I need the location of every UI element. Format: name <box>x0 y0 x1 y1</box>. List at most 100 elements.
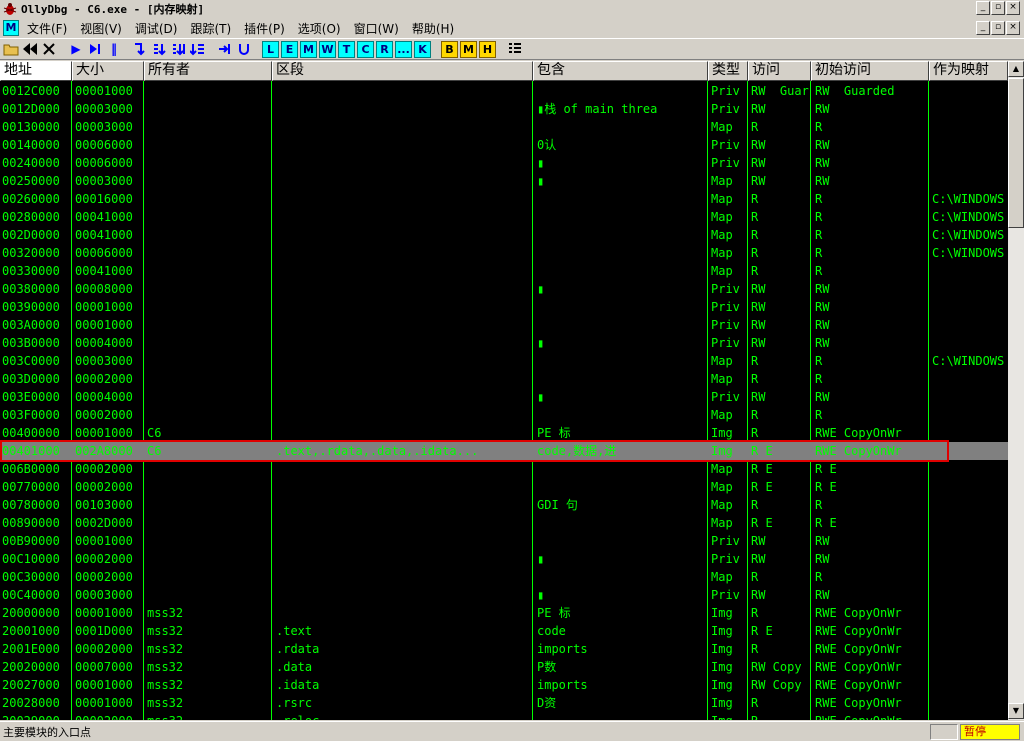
table-row[interactable]: 20028000 00001000 mss32 .rsrc D资 Img R RWE Copy… <box>0 694 1008 712</box>
close-button[interactable]: × <box>1006 1 1020 15</box>
restore-button[interactable]: ▫ <box>991 1 1005 15</box>
table-row[interactable]: 00390000 00001000 Priv RW RW <box>0 298 1008 316</box>
table-row[interactable]: 003D0000 00002000 Map R R <box>0 370 1008 388</box>
column-mapped-as[interactable]: 作为映射 <box>929 61 1008 81</box>
step-into-icon[interactable] <box>132 40 150 58</box>
breakpoints-window-button[interactable]: B <box>441 40 458 58</box>
hardware-breakpoints-button[interactable]: H <box>479 40 496 58</box>
restart-icon[interactable] <box>21 40 39 58</box>
pause-icon[interactable]: ‖ <box>105 40 123 58</box>
table-row[interactable]: 00C10000 00002000 ▮ Priv RW RW <box>0 550 1008 568</box>
column-contains[interactable]: 包含 <box>533 61 708 81</box>
go-to-user-code-icon[interactable] <box>235 40 253 58</box>
references-window-button[interactable]: R <box>376 40 393 58</box>
cell-initial-access: RW <box>815 174 830 188</box>
table-row[interactable]: 20001000 0001D000 mss32 .text code Img R E RWE … <box>0 622 1008 640</box>
table-row[interactable]: 00130000 00003000 Map R R <box>0 118 1008 136</box>
run-icon[interactable]: ▶ <box>67 40 85 58</box>
column-type[interactable]: 类型 <box>708 61 748 81</box>
vertical-scrollbar[interactable]: ▲ ▼ <box>1008 61 1024 720</box>
memory-map-icon[interactable]: M <box>3 20 19 36</box>
close-program-icon[interactable] <box>40 40 58 58</box>
table-row[interactable]: 00401000 002A8000 C6 .text,.rdata,.data,.id… <box>0 442 1008 460</box>
child-close-button[interactable]: × <box>1006 21 1020 35</box>
cell-access: R <box>751 642 759 656</box>
table-row[interactable]: 006B0000 00002000 Map R E R E <box>0 460 1008 478</box>
table-row[interactable]: 00240000 00006000 ▮ Priv RW RW <box>0 154 1008 172</box>
table-row[interactable]: 00C30000 00002000 Map R R <box>0 568 1008 586</box>
child-minimize-button[interactable]: _ <box>976 21 990 35</box>
run-trace-window-button[interactable]: ... <box>395 40 412 58</box>
column-section[interactable]: 区段 <box>272 61 533 81</box>
cell-size: 00003000 <box>75 174 133 188</box>
column-owner[interactable]: 所有者 <box>144 61 272 81</box>
column-size[interactable]: 大小 <box>72 61 144 81</box>
open-icon[interactable] <box>2 40 20 58</box>
table-row[interactable]: 20029000 00002000 mss32 .reloc Img R RWE CopyO… <box>0 712 1008 720</box>
table-row[interactable]: 003E0000 00004000 ▮ Priv RW RW <box>0 388 1008 406</box>
menu-plugins[interactable]: 插件(P) <box>239 20 290 37</box>
trace-into-icon[interactable] <box>170 40 188 58</box>
table-row[interactable]: 00770000 00002000 Map R E R E <box>0 478 1008 496</box>
table-row[interactable]: 00140000 00006000 0认 Priv RW RW <box>0 136 1008 154</box>
table-row[interactable]: 20027000 00001000 mss32 .idata imports Img RW … <box>0 676 1008 694</box>
table-row[interactable]: 00380000 00008000 ▮ Priv RW RW <box>0 280 1008 298</box>
table-row[interactable]: 003A0000 00001000 Priv RW RW <box>0 316 1008 334</box>
menu-window[interactable]: 窗口(W) <box>349 20 404 37</box>
scrollbar-thumb[interactable] <box>1008 78 1024 228</box>
table-row[interactable]: 00400000 00001000 C6 PE 标 Img R RWE CopyOnWr <box>0 424 1008 442</box>
menu-options[interactable]: 选项(O) <box>293 20 346 37</box>
table-row[interactable]: 002D0000 00041000 Map R R C:\WINDOWS <box>0 226 1008 244</box>
cell-contains: imports <box>537 678 588 692</box>
step-over-icon[interactable] <box>151 40 169 58</box>
column-initial-access[interactable]: 初始访问 <box>811 61 929 81</box>
table-row[interactable]: 003B0000 00004000 ▮ Priv RW RW <box>0 334 1008 352</box>
menu-trace[interactable]: 跟踪(T) <box>185 20 236 37</box>
menu-view[interactable]: 视图(V) <box>75 20 127 37</box>
step-icon[interactable] <box>86 40 104 58</box>
threads-window-button[interactable]: T <box>338 40 355 58</box>
table-row[interactable]: 00250000 00003000 ▮ Map RW RW <box>0 172 1008 190</box>
menu-file[interactable]: 文件(F) <box>22 20 72 37</box>
table-row[interactable]: 00280000 00041000 Map R R C:\WINDOWS <box>0 208 1008 226</box>
table-row[interactable]: 00890000 0002D000 Map R E R E <box>0 514 1008 532</box>
scroll-down-icon[interactable]: ▼ <box>1008 703 1024 719</box>
table-row[interactable]: 00780000 00103000 GDI 句 Map R R <box>0 496 1008 514</box>
memory-window-button[interactable]: M <box>300 40 317 58</box>
cpu-window-button[interactable]: C <box>357 40 374 58</box>
table-row[interactable]: 00320000 00006000 Map R R C:\WINDOWS <box>0 244 1008 262</box>
execute-till-return-icon[interactable] <box>216 40 234 58</box>
table-row[interactable]: 2001E000 00002000 mss32 .rdata imports Img R RW… <box>0 640 1008 658</box>
cell-type: Img <box>711 660 733 674</box>
cell-size: 0001D000 <box>75 624 133 638</box>
cell-size: 00002000 <box>75 480 133 494</box>
list-icon[interactable] <box>506 40 524 58</box>
table-row[interactable]: 003F0000 00002000 Map R R <box>0 406 1008 424</box>
status-panel <box>930 724 958 740</box>
child-restore-button[interactable]: ▫ <box>991 21 1005 35</box>
table-row[interactable]: 20000000 00001000 mss32 PE 标 Img R RWE CopyOnW… <box>0 604 1008 622</box>
table-row[interactable]: 00330000 00041000 Map R R <box>0 262 1008 280</box>
menu-help[interactable]: 帮助(H) <box>407 20 459 37</box>
table-row[interactable]: 0012C000 00001000 Priv RW Guar RW Guarded <box>0 82 1008 100</box>
table-row[interactable]: 00C40000 00003000 ▮ Priv RW RW <box>0 586 1008 604</box>
cell-mapped-as: C:\WINDOWS <box>932 246 1005 260</box>
call-stack-window-button[interactable]: K <box>414 40 431 58</box>
column-access[interactable]: 访问 <box>748 61 811 81</box>
column-address[interactable]: 地址 <box>0 61 72 81</box>
minimize-button[interactable]: _ <box>976 1 990 15</box>
table-row[interactable]: 0012D000 00003000 ▮栈 of main threa Priv RW RW <box>0 100 1008 118</box>
table-row[interactable]: 20020000 00007000 mss32 .data P数 Img RW Copy RW… <box>0 658 1008 676</box>
memory-breakpoints-button[interactable]: M <box>460 40 477 58</box>
cell-access: RW Guar <box>751 84 809 98</box>
trace-over-icon[interactable] <box>189 40 207 58</box>
table-row[interactable]: 00B90000 00001000 Priv RW RW <box>0 532 1008 550</box>
menu-debug[interactable]: 调试(D) <box>130 20 183 37</box>
modules-window-button[interactable]: E <box>281 40 298 58</box>
table-row[interactable]: 003C0000 00003000 Map R R C:\WINDOWS <box>0 352 1008 370</box>
log-window-button[interactable]: L <box>262 40 279 58</box>
scroll-up-icon[interactable]: ▲ <box>1008 61 1024 77</box>
table-row[interactable]: 00260000 00016000 Map R R C:\WINDOWS <box>0 190 1008 208</box>
windows-window-button[interactable]: W <box>319 40 336 58</box>
cell-type: Priv <box>711 588 740 602</box>
